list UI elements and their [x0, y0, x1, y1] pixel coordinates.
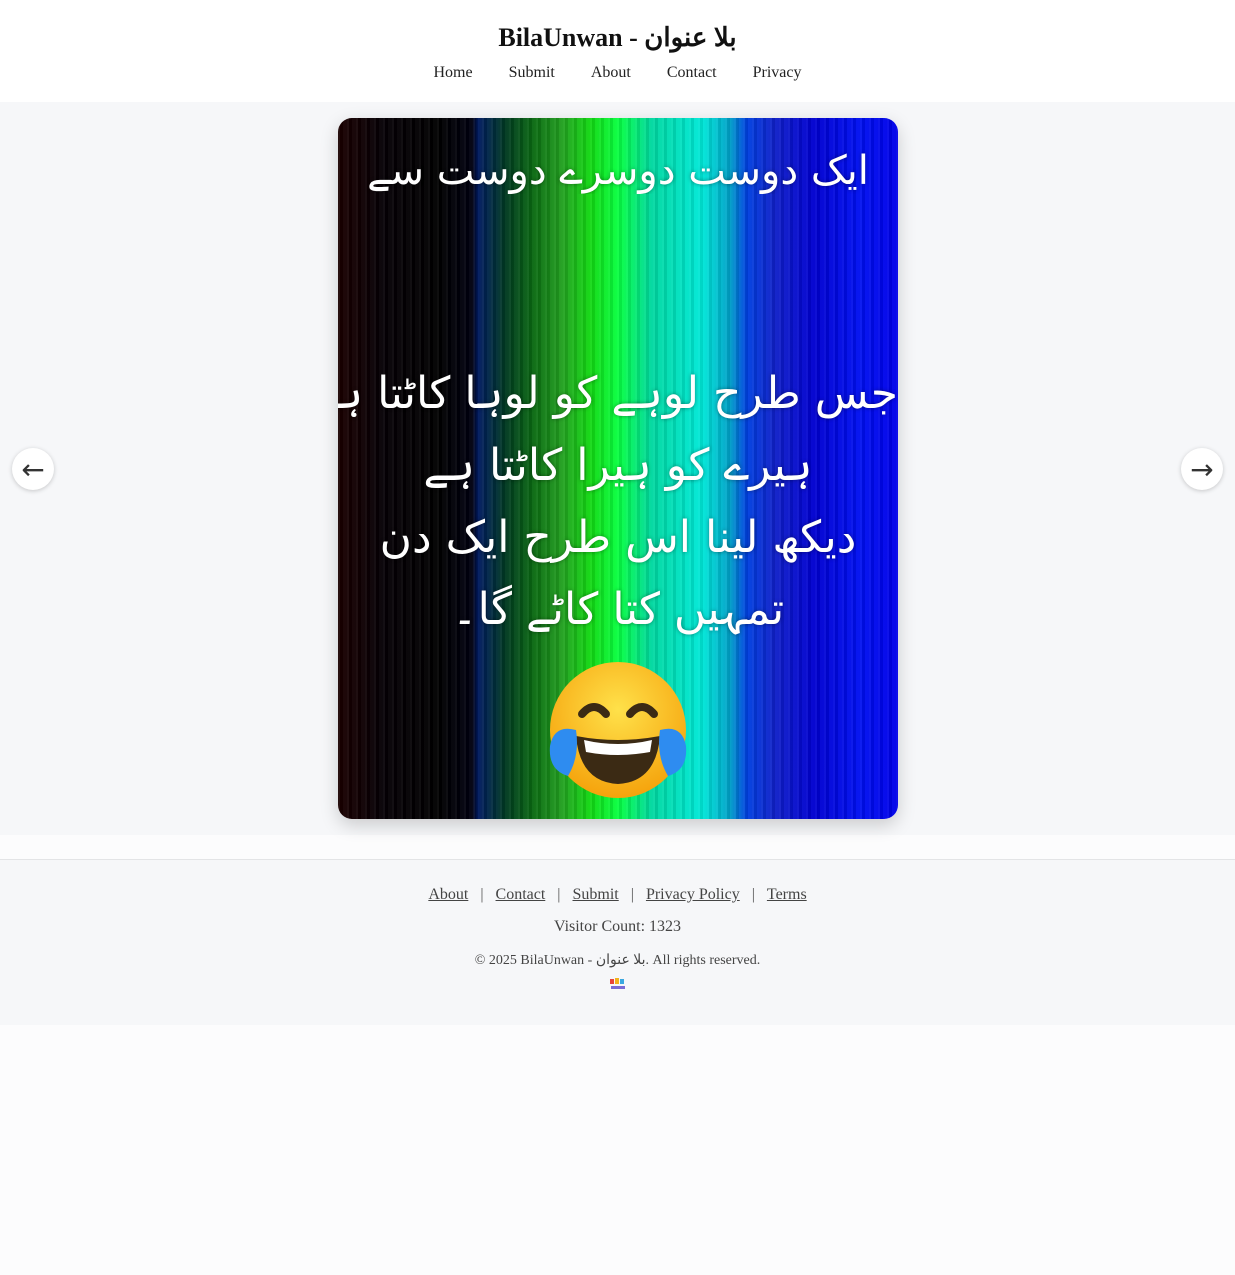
carousel-next-button[interactable]: → — [1181, 448, 1223, 490]
nav-privacy[interactable]: Privacy — [753, 64, 802, 82]
nav-home[interactable]: Home — [434, 64, 473, 82]
image-carousel: ← ایک دوست دوسرے دوست سے جس طرح لوہے کو … — [0, 102, 1235, 835]
footer-link-contact[interactable]: Contact — [496, 886, 546, 903]
slide-line: تمہیں کتا کاٹے گا۔ — [451, 584, 785, 635]
nav-contact[interactable]: Contact — [667, 64, 717, 82]
site-logo-icon — [609, 978, 625, 989]
slide-line: ہیرے کو ہیرا کاٹتا ہے — [423, 440, 813, 491]
slide-line: دیکھ لینا اس طرح ایک دن — [379, 512, 857, 563]
site-footer: About | Contact | Submit | Privacy Policy | Term… — [0, 859, 1235, 1025]
nav-about[interactable]: About — [591, 64, 631, 82]
footer-links: About | Contact | Submit | Privacy Policy | Term… — [0, 860, 1235, 904]
arrow-left-icon: ← — [21, 452, 45, 486]
footer-link-privacy-policy[interactable]: Privacy Policy — [646, 886, 740, 903]
footer-link-about[interactable]: About — [428, 886, 468, 903]
slide-line: جس طرح لوہے کو لوہا کاٹتا ہے — [338, 368, 898, 419]
slide-text-top: ایک دوست دوسرے دوست سے — [367, 148, 869, 194]
carousel-slide-image[interactable]: ایک دوست دوسرے دوست سے جس طرح لوہے کو لو… — [338, 118, 898, 819]
visitor-count: Visitor Count: 1323 — [553, 918, 682, 935]
footer-separator: | — [480, 886, 484, 903]
footer-link-terms[interactable]: Terms — [767, 886, 807, 903]
footer-separator: | — [751, 886, 755, 903]
footer-link-submit[interactable]: Submit — [573, 886, 619, 903]
nav-submit[interactable]: Submit — [509, 64, 555, 82]
slide-text-body: جس طرح لوہے کو لوہا کاٹتا ہے ہیرے کو ہیر… — [338, 358, 898, 646]
site-title[interactable]: BilaUnwan - بلا عنوان — [0, 0, 1235, 54]
arrow-right-icon: → — [1190, 452, 1214, 486]
carousel-prev-button[interactable]: ← — [12, 448, 54, 490]
copyright-notice: © 2025 BilaUnwan - بلا عنوان. All rights… — [474, 953, 761, 968]
tears-of-joy-emoji — [549, 662, 687, 798]
footer-separator: | — [557, 886, 561, 903]
footer-separator: | — [630, 886, 634, 903]
main-nav: Home Submit About Contact Privacy — [0, 64, 1235, 82]
site-header: BilaUnwan - بلا عنوان Home Submit About … — [0, 0, 1235, 102]
